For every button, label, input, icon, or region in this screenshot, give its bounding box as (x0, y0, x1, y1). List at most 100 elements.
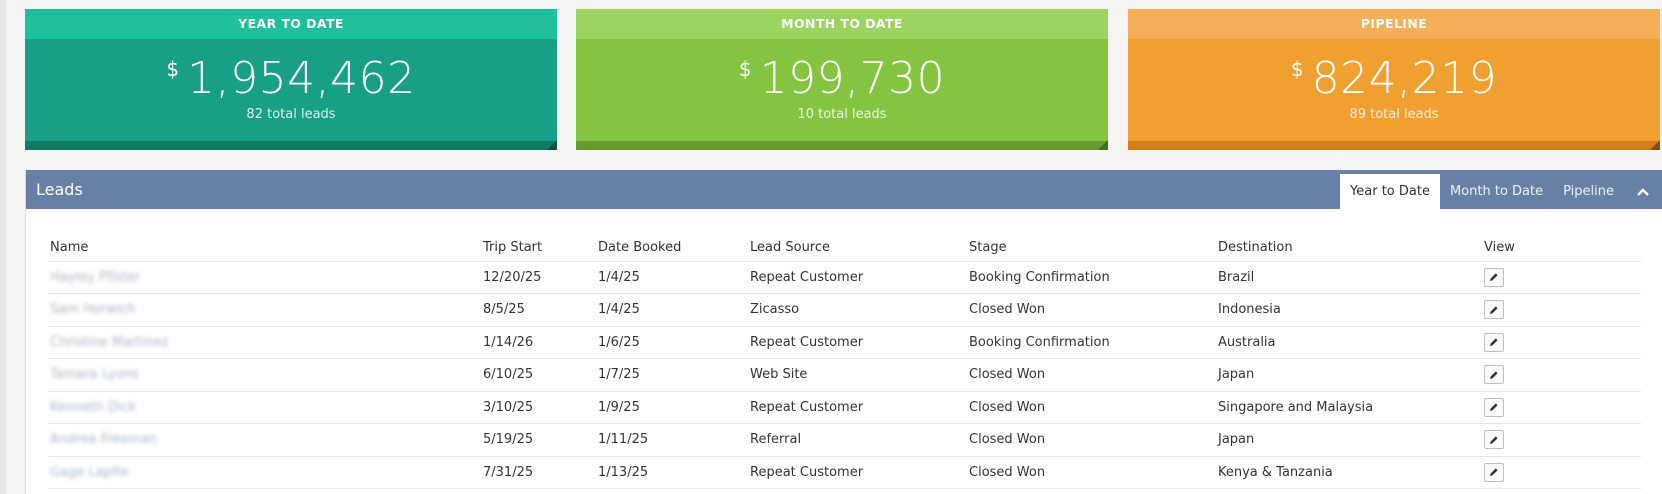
pencil-icon (1490, 338, 1498, 347)
trip-start-cell: 3/10/25 (481, 391, 596, 424)
lead-name-link[interactable]: Tamara Lyons (48, 358, 481, 392)
table-row: Gage Laplte 7/31/25 1/13/25 Repeat Custo… (48, 456, 1641, 489)
tab-year-to-date[interactable]: Year to Date (1340, 174, 1440, 209)
date-booked-cell: 1/4/25 (596, 293, 748, 327)
destination-cell: Brazil (1216, 261, 1482, 294)
edit-lead-button[interactable] (1484, 430, 1504, 450)
trip-start-cell: 12/20/25 (481, 261, 596, 294)
currency-symbol: $ (1290, 57, 1304, 81)
table-row: Sam Horwich 8/5/25 1/4/25 Zicasso Closed… (48, 293, 1641, 327)
lead-name-link[interactable]: Gage Laplte (48, 456, 481, 489)
trip-start-cell: 1/14/26 (481, 326, 596, 359)
year-to-date-card: YEAR TO DATE $ 1,954,462 82 total leads (25, 9, 557, 150)
collapse-panel-button[interactable] (1624, 174, 1662, 209)
chevron-up-icon (1637, 187, 1649, 196)
table-row: Tamara Lyons 6/10/25 1/7/25 Web Site Clo… (48, 358, 1641, 392)
view-cell (1482, 456, 1641, 489)
card-title: YEAR TO DATE (25, 9, 557, 39)
stage-cell: Closed Won (967, 423, 1216, 457)
currency-symbol: $ (166, 57, 180, 81)
currency-symbol: $ (738, 57, 752, 81)
trip-start-cell: 6/10/25 (481, 358, 596, 392)
destination-cell: Japan (1216, 423, 1482, 457)
table-row: Andrea Freeman 5/19/25 1/11/25 Referral … (48, 423, 1641, 457)
leads-tabs: Year to Date Month to Date Pipeline (1340, 174, 1662, 209)
leads-table: Name Trip Start Date Booked Lead Source … (48, 233, 1641, 489)
stage-cell: Booking Confirmation (967, 326, 1216, 359)
page-left-edge (0, 0, 6, 494)
stage-cell: Closed Won (967, 456, 1216, 489)
date-booked-cell: 1/11/25 (596, 423, 748, 457)
lead-source-cell: Repeat Customer (748, 456, 967, 489)
column-header-name[interactable]: Name (48, 233, 481, 262)
lead-source-cell: Repeat Customer (748, 261, 967, 294)
column-header-lead-source[interactable]: Lead Source (748, 233, 967, 262)
edit-lead-button[interactable] (1484, 267, 1504, 287)
pencil-icon (1490, 468, 1498, 477)
trip-start-cell: 7/31/25 (481, 456, 596, 489)
pencil-icon (1490, 403, 1498, 412)
view-cell (1482, 423, 1641, 457)
view-cell (1482, 326, 1641, 359)
lead-source-cell: Repeat Customer (748, 391, 967, 424)
destination-cell: Japan (1216, 358, 1482, 392)
leads-panel-header: Leads Year to Date Month to Date Pipelin… (26, 170, 1662, 209)
table-row: Christine Martinez 1/14/26 1/6/25 Repeat… (48, 326, 1641, 359)
lead-source-cell: Zicasso (748, 293, 967, 327)
lead-name-link[interactable]: Kenneth Dick (48, 391, 481, 424)
leads-panel-title: Leads (36, 180, 83, 199)
leads-panel: Leads Year to Date Month to Date Pipelin… (25, 170, 1662, 494)
table-row: Kenneth Dick 3/10/25 1/9/25 Repeat Custo… (48, 391, 1641, 424)
card-subtitle: 82 total leads (246, 107, 336, 122)
card-corner-fold (1650, 140, 1660, 150)
lead-name-link[interactable]: Andrea Freeman (48, 423, 481, 457)
card-subtitle: 10 total leads (797, 107, 887, 122)
date-booked-cell: 1/6/25 (596, 326, 748, 359)
tab-pipeline[interactable]: Pipeline (1553, 174, 1624, 209)
destination-cell: Indonesia (1216, 293, 1482, 327)
edit-lead-button[interactable] (1484, 300, 1504, 320)
stage-cell: Closed Won (967, 358, 1216, 392)
column-header-destination[interactable]: Destination (1216, 233, 1482, 262)
destination-cell: Kenya & Tanzania (1216, 456, 1482, 489)
column-header-date-booked[interactable]: Date Booked (596, 233, 748, 262)
lead-source-cell: Referral (748, 423, 967, 457)
edit-lead-button[interactable] (1484, 365, 1504, 385)
column-header-trip-start[interactable]: Trip Start (481, 233, 596, 262)
destination-cell: Australia (1216, 326, 1482, 359)
view-cell (1482, 293, 1641, 327)
stage-cell: Closed Won (967, 391, 1216, 424)
date-booked-cell: 1/4/25 (596, 261, 748, 294)
card-amount: 824,219 (1311, 53, 1498, 104)
stage-cell: Booking Confirmation (967, 261, 1216, 294)
month-to-date-card: MONTH TO DATE $ 199,730 10 total leads (576, 9, 1108, 150)
edit-lead-button[interactable] (1484, 397, 1504, 417)
card-amount: 1,954,462 (187, 53, 416, 104)
edit-lead-button[interactable] (1484, 332, 1504, 352)
view-cell (1482, 261, 1641, 294)
lead-source-cell: Web Site (748, 358, 967, 392)
pencil-icon (1490, 371, 1498, 379)
edit-lead-button[interactable] (1484, 462, 1504, 482)
card-corner-fold (1098, 140, 1108, 150)
destination-cell: Singapore and Malaysia (1216, 391, 1482, 424)
pencil-icon (1490, 273, 1498, 282)
tab-month-to-date[interactable]: Month to Date (1440, 174, 1553, 209)
view-cell (1482, 391, 1641, 424)
card-subtitle: 89 total leads (1349, 107, 1439, 122)
pencil-icon (1490, 436, 1498, 444)
pencil-icon (1490, 306, 1498, 314)
table-header-row: Name Trip Start Date Booked Lead Source … (48, 233, 1641, 262)
pipeline-card: PIPELINE $ 824,219 89 total leads (1128, 9, 1660, 150)
view-cell (1482, 358, 1641, 392)
card-corner-fold (547, 140, 557, 150)
lead-source-cell: Repeat Customer (748, 326, 967, 359)
stage-cell: Closed Won (967, 293, 1216, 327)
lead-name-link[interactable]: Christine Martinez (48, 326, 481, 359)
date-booked-cell: 1/13/25 (596, 456, 748, 489)
lead-name-link[interactable]: Hayley Pfister (48, 261, 481, 294)
lead-name-link[interactable]: Sam Horwich (48, 293, 481, 327)
card-title: PIPELINE (1128, 9, 1660, 39)
column-header-stage[interactable]: Stage (967, 233, 1216, 262)
date-booked-cell: 1/9/25 (596, 391, 748, 424)
